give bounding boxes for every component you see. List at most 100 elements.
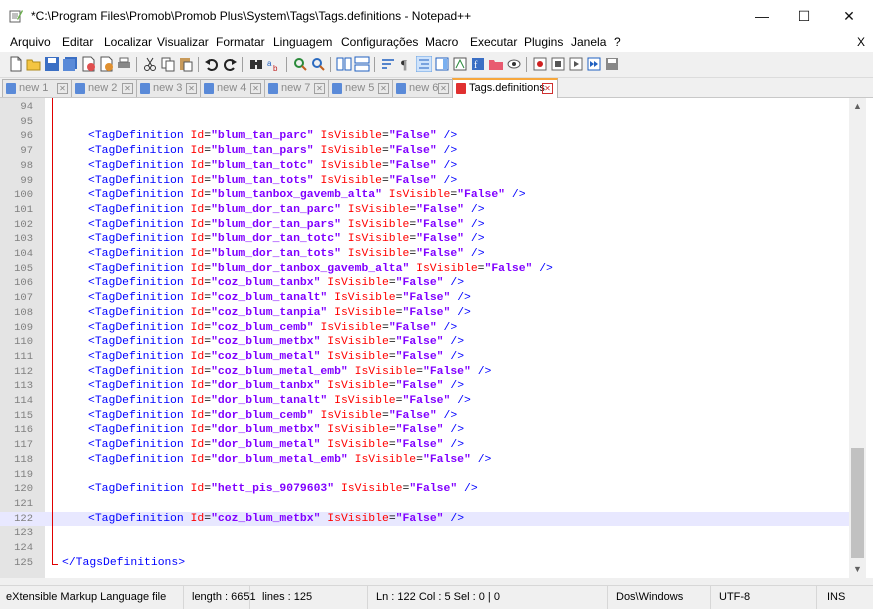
show-all-chars-icon[interactable]: ¶ xyxy=(398,56,414,72)
tab-close-icon[interactable]: ✕ xyxy=(542,83,553,94)
menu-visualizar[interactable]: Visualizar xyxy=(157,35,209,49)
menu-localizar[interactable]: Localizar xyxy=(104,35,152,49)
code-line[interactable]: 107 <TagDefinition Id="coz_blum_tanalt" I… xyxy=(0,291,849,306)
code-line[interactable]: 105 <TagDefinition Id="blum_dor_tanbox_ga… xyxy=(0,262,849,277)
open-file-icon[interactable] xyxy=(26,56,42,72)
code-line[interactable]: 121 xyxy=(0,497,849,512)
menu-plugins[interactable]: Plugins xyxy=(524,35,563,49)
close-file-icon[interactable] xyxy=(80,56,96,72)
code-line[interactable]: 102 <TagDefinition Id="blum_dor_tan_pars"… xyxy=(0,218,849,233)
new-file-icon[interactable] xyxy=(8,56,24,72)
stop-macro-icon[interactable] xyxy=(550,56,566,72)
code-line[interactable]: 104 <TagDefinition Id="blum_dor_tan_tots"… xyxy=(0,247,849,262)
word-wrap-icon[interactable] xyxy=(380,56,396,72)
code-line[interactable]: 95 xyxy=(0,115,849,130)
indent-guide-icon[interactable] xyxy=(416,56,432,72)
vertical-scrollbar[interactable]: ▲ ▼ xyxy=(849,98,866,578)
close-window-button[interactable]: ✕ xyxy=(826,0,872,32)
monitor-icon[interactable] xyxy=(506,56,522,72)
menu-editar[interactable]: Editar xyxy=(62,35,93,49)
tab-new-2[interactable]: new 2 ✕ xyxy=(71,79,137,97)
menu-formatar[interactable]: Formatar xyxy=(216,35,265,49)
tab-close-icon[interactable]: ✕ xyxy=(122,83,133,94)
code-line[interactable]: 97 <TagDefinition Id="blum_tan_pars" IsVi… xyxy=(0,144,849,159)
code-line[interactable]: 96 <TagDefinition Id="blum_tan_parc" IsVi… xyxy=(0,129,849,144)
save-icon[interactable] xyxy=(44,56,60,72)
code-line[interactable]: 100 <TagDefinition Id="blum_tanbox_gavemb… xyxy=(0,188,849,203)
scroll-up-arrow-icon[interactable]: ▲ xyxy=(849,98,866,115)
doc-map-icon[interactable] xyxy=(434,56,450,72)
tab-new-4[interactable]: new 4 ✕ xyxy=(200,79,265,97)
close-all-icon[interactable] xyxy=(98,56,114,72)
tab-close-icon[interactable]: ✕ xyxy=(250,83,261,94)
code-line[interactable]: 116 <TagDefinition Id="dor_blum_metbx" Is… xyxy=(0,423,849,438)
function-list-icon[interactable] xyxy=(452,56,468,72)
redo-icon[interactable] xyxy=(222,56,238,72)
code-line[interactable]: 117 <TagDefinition Id="dor_blum_metal" Is… xyxy=(0,438,849,453)
tab-tags-definitions[interactable]: Tags.definitions ✕ xyxy=(452,78,558,98)
run-macro-multiple-icon[interactable] xyxy=(586,56,602,72)
code-line[interactable]: 118 <TagDefinition Id="dor_blum_metal_emb… xyxy=(0,453,849,468)
code-line[interactable]: 124 xyxy=(0,541,849,556)
undo-icon[interactable] xyxy=(204,56,220,72)
code-line[interactable]: 122 <TagDefinition Id="coz_blum_metbx" Is… xyxy=(0,511,849,527)
code-line[interactable]: 106 <TagDefinition Id="coz_blum_tanbx" Is… xyxy=(0,276,849,291)
paste-icon[interactable] xyxy=(178,56,194,72)
menu-help[interactable]: ? xyxy=(614,35,621,49)
user-lang-icon[interactable]: f xyxy=(470,56,486,72)
code-line[interactable]: 94 xyxy=(0,100,849,115)
code-line[interactable]: 114 <TagDefinition Id="dor_blum_tanalt" I… xyxy=(0,394,849,409)
code-line[interactable]: 98 <TagDefinition Id="blum_tan_totc" IsVi… xyxy=(0,159,849,174)
folder-workspace-icon[interactable] xyxy=(488,56,504,72)
menu-janela[interactable]: Janela xyxy=(571,35,606,49)
tab-close-icon[interactable]: ✕ xyxy=(186,83,197,94)
code-editor[interactable]: 94 95 96 <TagDefinition Id="blum_tan_parc" … xyxy=(0,98,849,578)
menu-linguagem[interactable]: Linguagem xyxy=(273,35,332,49)
close-document-button[interactable]: X xyxy=(857,35,865,49)
scroll-down-arrow-icon[interactable]: ▼ xyxy=(849,561,866,578)
print-icon[interactable] xyxy=(116,56,132,72)
menu-macro[interactable]: Macro xyxy=(425,35,458,49)
code-line[interactable]: 113 <TagDefinition Id="dor_blum_tanbx" Is… xyxy=(0,379,849,394)
sync-vertical-icon[interactable] xyxy=(336,56,352,72)
code-line[interactable]: 110 <TagDefinition Id="coz_blum_metbx" Is… xyxy=(0,335,849,350)
cut-icon[interactable] xyxy=(142,56,158,72)
code-line[interactable]: 120 <TagDefinition Id="hett_pis_9079603" … xyxy=(0,482,849,497)
tab-new-6[interactable]: new 6 ✕ xyxy=(392,79,453,97)
code-line[interactable]: 101 <TagDefinition Id="blum_dor_tan_parc"… xyxy=(0,203,849,218)
menu-arquivo[interactable]: Arquivo xyxy=(10,35,51,49)
zoom-out-icon[interactable] xyxy=(310,56,326,72)
code-line[interactable]: 103 <TagDefinition Id="blum_dor_tan_totc"… xyxy=(0,232,849,247)
zoom-in-icon[interactable] xyxy=(292,56,308,72)
tab-close-icon[interactable]: ✕ xyxy=(438,83,449,94)
code-line[interactable]: 99 <TagDefinition Id="blum_tan_tots" IsVi… xyxy=(0,174,849,189)
menu-configuracoes[interactable]: Configurações xyxy=(341,35,418,49)
code-line[interactable]: 109 <TagDefinition Id="coz_blum_cemb" IsV… xyxy=(0,321,849,336)
tab-new-3[interactable]: new 3 ✕ xyxy=(136,79,201,97)
save-macro-icon[interactable] xyxy=(604,56,620,72)
save-all-icon[interactable] xyxy=(62,56,78,72)
replace-icon[interactable]: ab xyxy=(266,56,282,72)
minimize-button[interactable]: — xyxy=(739,0,785,32)
scrollbar-thumb[interactable] xyxy=(851,448,864,558)
copy-icon[interactable] xyxy=(160,56,176,72)
tab-new-1[interactable]: new 1 ✕ xyxy=(2,79,72,97)
code-line[interactable]: 123 xyxy=(0,526,849,541)
tab-close-icon[interactable]: ✕ xyxy=(378,83,389,94)
code-line[interactable]: 112 <TagDefinition Id="coz_blum_metal_emb… xyxy=(0,365,849,380)
tab-new-5[interactable]: new 5 ✕ xyxy=(328,79,393,97)
code-line[interactable]: 119 xyxy=(0,468,849,483)
find-icon[interactable] xyxy=(248,56,264,72)
tab-close-icon[interactable]: ✕ xyxy=(57,83,68,94)
tab-new-7[interactable]: new 7 ✕ xyxy=(264,79,329,97)
maximize-button[interactable]: ☐ xyxy=(781,0,827,32)
record-macro-icon[interactable] xyxy=(532,56,548,72)
sync-horizontal-icon[interactable] xyxy=(354,56,370,72)
code-line[interactable]: 125 </TagsDefinitions> xyxy=(0,556,849,571)
code-line[interactable]: 108 <TagDefinition Id="coz_blum_tanpia" I… xyxy=(0,306,849,321)
menu-executar[interactable]: Executar xyxy=(470,35,517,49)
code-line[interactable]: 111 <TagDefinition Id="coz_blum_metal" Is… xyxy=(0,350,849,365)
play-macro-icon[interactable] xyxy=(568,56,584,72)
tab-close-icon[interactable]: ✕ xyxy=(314,83,325,94)
code-line[interactable]: 115 <TagDefinition Id="dor_blum_cemb" IsV… xyxy=(0,409,849,424)
